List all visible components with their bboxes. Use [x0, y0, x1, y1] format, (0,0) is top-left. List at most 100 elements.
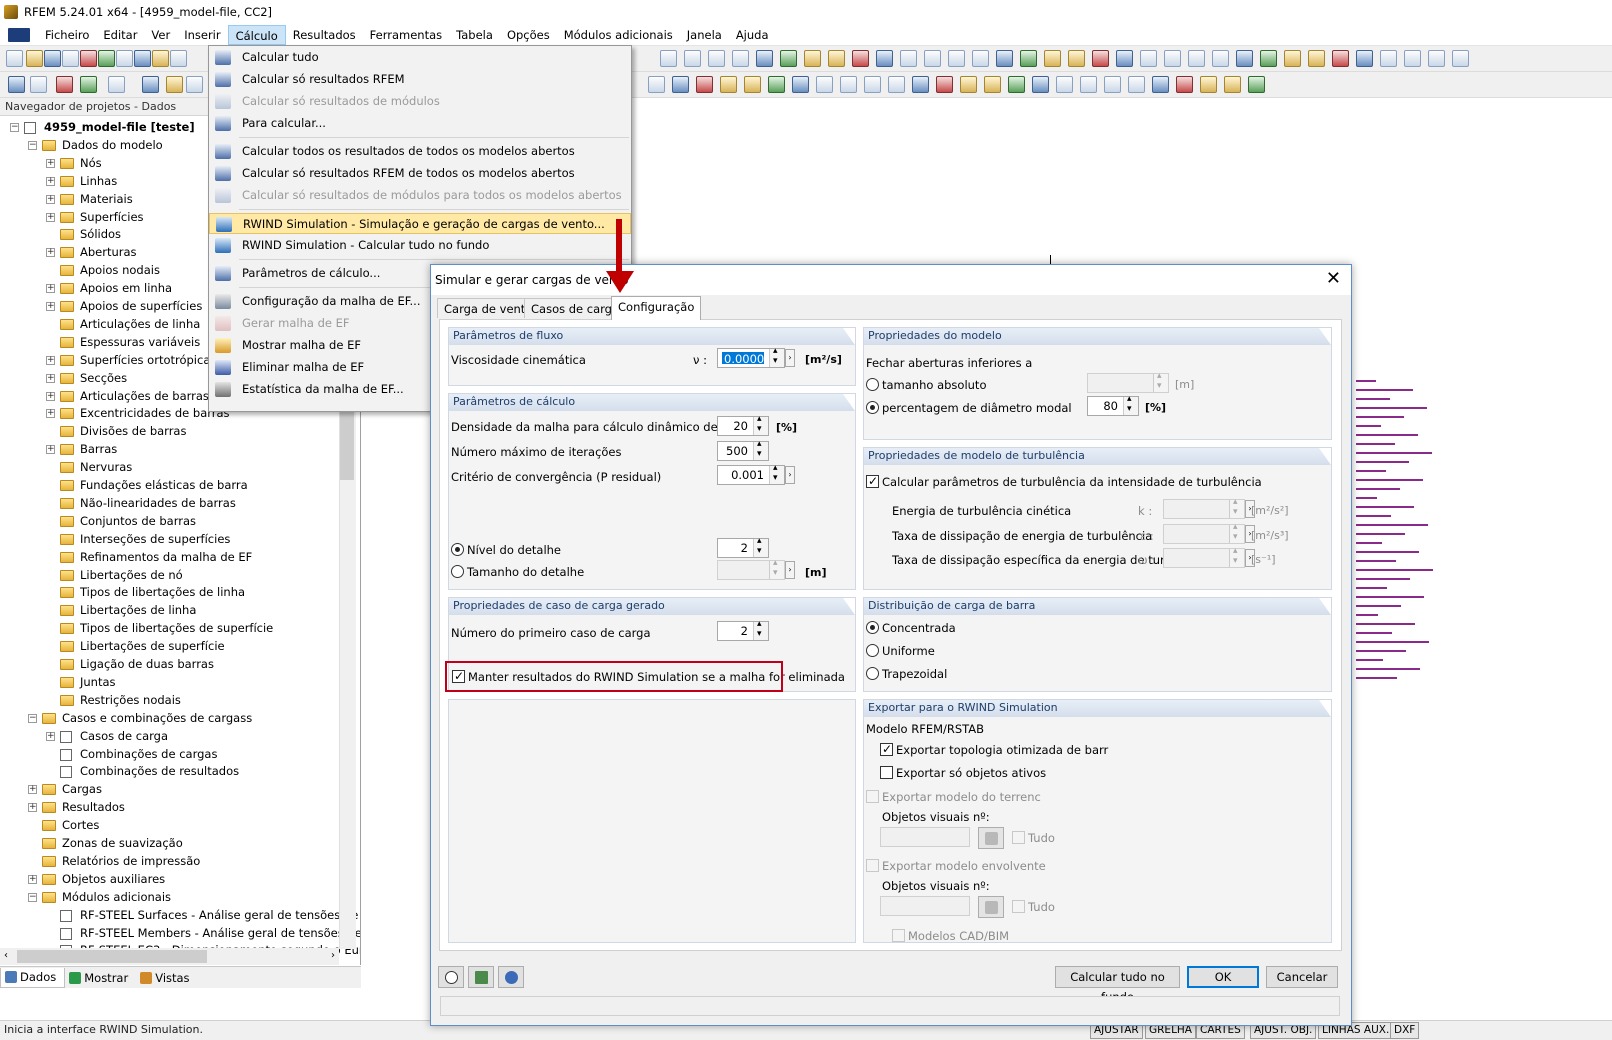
- trapezoidal-radio[interactable]: [866, 667, 879, 680]
- toolbar-button[interactable]: [1032, 76, 1049, 93]
- toolbar-button[interactable]: [804, 50, 821, 67]
- iterations-input[interactable]: 500: [717, 439, 769, 461]
- toolbar-button[interactable]: [134, 50, 151, 67]
- menu-para-calcular[interactable]: Para calcular...: [209, 113, 631, 134]
- tab-mostrar[interactable]: Mostrar: [65, 968, 136, 988]
- toolbar-button[interactable]: [80, 50, 97, 67]
- toolbar-button[interactable]: [1260, 50, 1277, 67]
- toolbar-button[interactable]: [732, 50, 749, 67]
- menu-tabela[interactable]: Tabela: [449, 25, 500, 45]
- menu-janela[interactable]: Janela: [680, 25, 729, 45]
- visual-objects-input-1[interactable]: [880, 827, 970, 847]
- menu-ficheiro[interactable]: Ficheiro: [38, 25, 96, 45]
- toolbar-button[interactable]: [186, 76, 203, 93]
- toolbar-button[interactable]: [1188, 50, 1205, 67]
- menu-calcular-rfem-abertos[interactable]: Calcular só resultados RFEM de todos os …: [209, 163, 631, 184]
- menu-resultados[interactable]: Resultados: [286, 25, 363, 45]
- toolbar-button[interactable]: [984, 76, 1001, 93]
- toolbar-button[interactable]: [744, 76, 761, 93]
- toolbar-button[interactable]: [948, 50, 965, 67]
- kinetic-energy-input[interactable]: ›: [1163, 497, 1255, 519]
- toolbar-button[interactable]: [780, 50, 797, 67]
- toolbar-button[interactable]: [960, 76, 977, 93]
- toolbar-button[interactable]: [864, 76, 881, 93]
- help-button[interactable]: [438, 966, 464, 988]
- close-icon[interactable]: ✕: [1326, 270, 1341, 288]
- toolbar-button[interactable]: [1236, 50, 1253, 67]
- detail-size-spinner[interactable]: [769, 558, 784, 579]
- toolbar-button[interactable]: [1284, 50, 1301, 67]
- menu-ferramentas[interactable]: Ferramentas: [363, 25, 449, 45]
- scroll-right-icon[interactable]: ›: [331, 950, 335, 961]
- toolbar-button[interactable]: [1428, 50, 1445, 67]
- modal-percent-radio[interactable]: [866, 401, 879, 414]
- iterations-spinner[interactable]: [753, 439, 768, 460]
- expand-icon[interactable]: +: [28, 785, 37, 795]
- first-lc-spinner[interactable]: [753, 619, 768, 640]
- viscosity-input[interactable]: 0.000015›: [717, 346, 795, 368]
- expand-icon[interactable]: +: [46, 194, 55, 204]
- collapse-icon[interactable]: −: [28, 713, 37, 723]
- menu-calcular-modulos[interactable]: Calcular só resultados de módulos: [209, 91, 631, 112]
- toolbar-button[interactable]: [1056, 76, 1073, 93]
- expand-icon[interactable]: +: [46, 158, 55, 168]
- toolbar-button[interactable]: [684, 50, 701, 67]
- kinetic-energy-spinner[interactable]: [1229, 497, 1244, 518]
- toolbar-button[interactable]: [792, 76, 809, 93]
- menu-ver[interactable]: Ver: [144, 25, 177, 45]
- dissipation-input[interactable]: ›: [1163, 522, 1255, 544]
- expand-icon[interactable]: +: [46, 373, 55, 383]
- absolute-size-input[interactable]: [1087, 371, 1169, 393]
- toolbar-button[interactable]: [888, 76, 905, 93]
- toolbar-button[interactable]: [696, 76, 713, 93]
- status-dxf-button[interactable]: DXF: [1390, 1022, 1420, 1039]
- toolbar-button[interactable]: [1224, 76, 1241, 93]
- turbulence-checkbox[interactable]: [866, 473, 879, 489]
- cancel-button[interactable]: Cancelar: [1266, 966, 1338, 988]
- uniform-radio[interactable]: [866, 644, 879, 657]
- select-objects-button-2[interactable]: [978, 896, 1004, 918]
- expand-icon[interactable]: +: [46, 212, 55, 222]
- tab-dados[interactable]: Dados: [0, 967, 66, 988]
- toolbar-button[interactable]: [1068, 50, 1085, 67]
- menu-editar[interactable]: Editar: [96, 25, 144, 45]
- toolbar-button[interactable]: [996, 50, 1013, 67]
- expand-icon[interactable]: +: [46, 355, 55, 365]
- menu-rwind-calcular-fundo[interactable]: RWIND Simulation - Calcular tudo no fund…: [209, 235, 631, 256]
- expand-icon[interactable]: +: [46, 248, 55, 258]
- toolbar-button[interactable]: [56, 76, 73, 93]
- toolbar-button[interactable]: [98, 50, 115, 67]
- expand-icon[interactable]: +: [46, 284, 55, 294]
- modal-percent-spinner[interactable]: [1123, 394, 1138, 415]
- toolbar-button[interactable]: [648, 76, 665, 93]
- toolbar-button[interactable]: [1212, 50, 1229, 67]
- menu-opcoes[interactable]: Opções: [500, 25, 557, 45]
- toolbar-button[interactable]: [708, 50, 725, 67]
- toolbar-button[interactable]: [26, 50, 43, 67]
- density-input[interactable]: 20: [717, 414, 769, 436]
- dissipation-spinner[interactable]: [1229, 522, 1244, 543]
- toolbar-button[interactable]: [1176, 76, 1193, 93]
- units-button[interactable]: [468, 966, 494, 988]
- menu-modulos-adicionais[interactable]: Módulos adicionais: [557, 25, 680, 45]
- expand-icon[interactable]: +: [46, 391, 55, 401]
- all-checkbox-2[interactable]: [1012, 900, 1025, 913]
- toolbar-button[interactable]: [30, 76, 47, 93]
- toolbar-button[interactable]: [660, 50, 677, 67]
- toolbar-button[interactable]: [1356, 50, 1373, 67]
- convergence-spinner[interactable]: [769, 463, 784, 484]
- toolbar-button[interactable]: [828, 50, 845, 67]
- toolbar-button[interactable]: [816, 76, 833, 93]
- toolbar-button[interactable]: [852, 50, 869, 67]
- export-topology-checkbox[interactable]: [880, 741, 893, 757]
- scroll-left-icon[interactable]: ‹: [4, 950, 8, 961]
- menu-ajuda[interactable]: Ajuda: [729, 25, 776, 45]
- menu-calcular-tudo[interactable]: Calcular tudo: [209, 47, 631, 68]
- toolbar-button[interactable]: [166, 76, 183, 93]
- toolbar-button[interactable]: [170, 50, 187, 67]
- dlubal-logo-icon[interactable]: [8, 27, 30, 42]
- toolbar-button[interactable]: [876, 50, 893, 67]
- toolbar-button[interactable]: [44, 50, 61, 67]
- toolbar-button[interactable]: [6, 50, 23, 67]
- collapse-icon[interactable]: −: [28, 140, 37, 150]
